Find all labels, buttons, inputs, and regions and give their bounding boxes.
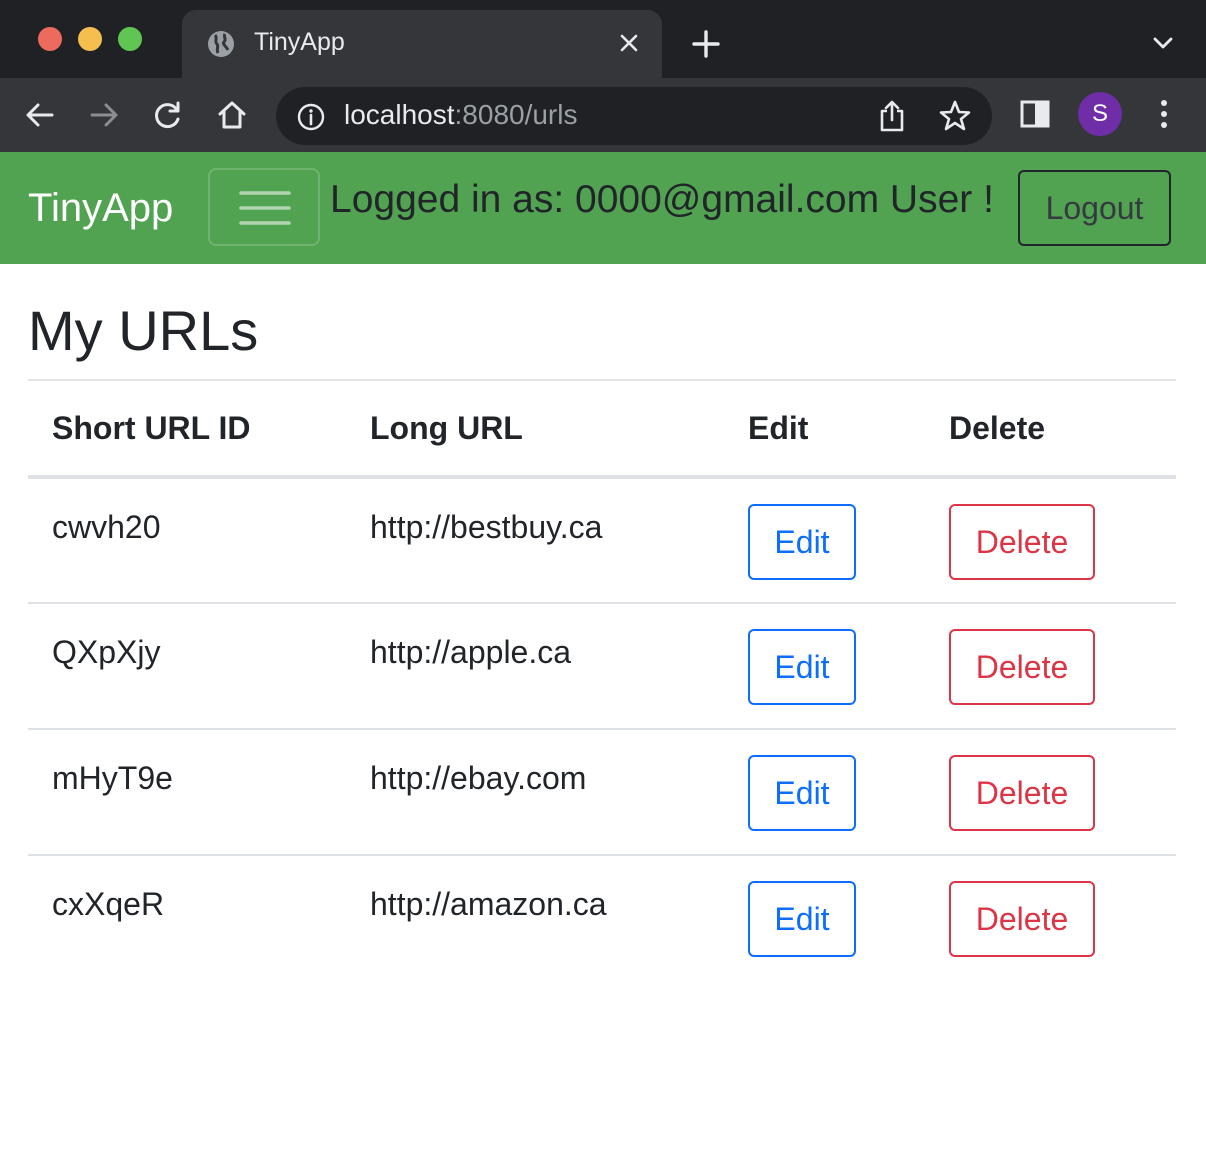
- url-path: :8080/urls: [454, 99, 578, 130]
- close-window-button[interactable]: [38, 27, 62, 51]
- table-row: mHyT9e http://ebay.com Edit Delete: [28, 729, 1176, 856]
- bookmark-star-icon[interactable]: [938, 99, 972, 133]
- more-menu-icon[interactable]: [1152, 96, 1176, 132]
- navbar-toggler-button[interactable]: [208, 168, 320, 246]
- delete-cell: Delete: [925, 477, 1176, 604]
- edit-button[interactable]: Edit: [748, 755, 856, 831]
- edit-button[interactable]: Edit: [748, 881, 856, 957]
- back-arrow-icon[interactable]: [23, 98, 57, 132]
- new-tab-icon[interactable]: [690, 28, 722, 60]
- browser-toolbar: localhost:8080/urls S: [0, 78, 1206, 152]
- browser-titlebar: TinyApp: [0, 0, 1206, 78]
- long-url: http://ebay.com: [346, 729, 724, 856]
- urls-table: Short URL ID Long URL Edit Delete cwvh20…: [28, 381, 1176, 981]
- logged-in-status: Logged in as: 0000@gmail.com User !: [330, 178, 994, 221]
- info-icon[interactable]: [296, 102, 326, 132]
- delete-cell: Delete: [925, 603, 1176, 730]
- edit-cell: Edit: [724, 855, 925, 981]
- hamburger-icon: [239, 191, 291, 225]
- column-header-edit: Edit: [724, 381, 925, 479]
- minimize-window-button[interactable]: [78, 27, 102, 51]
- brand-link[interactable]: TinyApp: [28, 186, 173, 231]
- close-tab-icon[interactable]: [616, 30, 642, 56]
- edit-button[interactable]: Edit: [748, 504, 856, 580]
- maximize-window-button[interactable]: [118, 27, 142, 51]
- table-row: cxXqeR http://amazon.ca Edit Delete: [28, 855, 1176, 981]
- app-navbar: TinyApp Logged in as: 0000@gmail.com Use…: [0, 152, 1206, 264]
- edit-cell: Edit: [724, 477, 925, 604]
- short-url-id: cxXqeR: [52, 886, 165, 922]
- url-text[interactable]: localhost:8080/urls: [344, 99, 577, 131]
- short-url-id: QXpXjy: [28, 603, 346, 730]
- logout-button[interactable]: Logout: [1018, 170, 1171, 246]
- table-header-row: Short URL ID Long URL Edit Delete: [28, 381, 1176, 479]
- home-icon[interactable]: [215, 98, 249, 132]
- reload-icon[interactable]: [151, 98, 185, 132]
- delete-cell: Delete: [925, 855, 1176, 981]
- short-url-id: cwvh20: [28, 477, 346, 604]
- tab-title: TinyApp: [254, 28, 345, 56]
- long-url: http://amazon.ca: [370, 886, 607, 922]
- side-panel-icon[interactable]: [1018, 97, 1052, 131]
- delete-button[interactable]: Delete: [949, 504, 1095, 580]
- edit-button[interactable]: Edit: [748, 629, 856, 705]
- table-row: cwvh20 http://bestbuy.ca Edit Delete: [28, 477, 1176, 604]
- forward-arrow-icon[interactable]: [87, 98, 121, 132]
- chevron-down-icon[interactable]: [1150, 32, 1176, 54]
- delete-button[interactable]: Delete: [949, 881, 1095, 957]
- long-url: http://bestbuy.ca: [346, 477, 724, 604]
- profile-avatar[interactable]: S: [1078, 92, 1122, 136]
- column-header-short-url-id: Short URL ID: [28, 381, 346, 479]
- globe-icon: [208, 31, 234, 57]
- edit-cell: Edit: [724, 603, 925, 730]
- browser-tab[interactable]: TinyApp: [182, 10, 662, 78]
- edit-cell: Edit: [724, 729, 925, 856]
- delete-button[interactable]: Delete: [949, 629, 1095, 705]
- share-icon[interactable]: [876, 99, 908, 133]
- long-url: http://apple.ca: [346, 603, 724, 730]
- delete-cell: Delete: [925, 729, 1176, 856]
- table-row: QXpXjy http://apple.ca Edit Delete: [28, 603, 1176, 730]
- column-header-long-url: Long URL: [346, 381, 724, 479]
- url-host: localhost: [344, 99, 455, 130]
- delete-button[interactable]: Delete: [949, 755, 1095, 831]
- column-header-delete: Delete: [925, 381, 1176, 479]
- short-url-id: mHyT9e: [28, 729, 346, 856]
- address-bar[interactable]: localhost:8080/urls: [276, 87, 992, 145]
- page-title: My URLs: [28, 299, 259, 362]
